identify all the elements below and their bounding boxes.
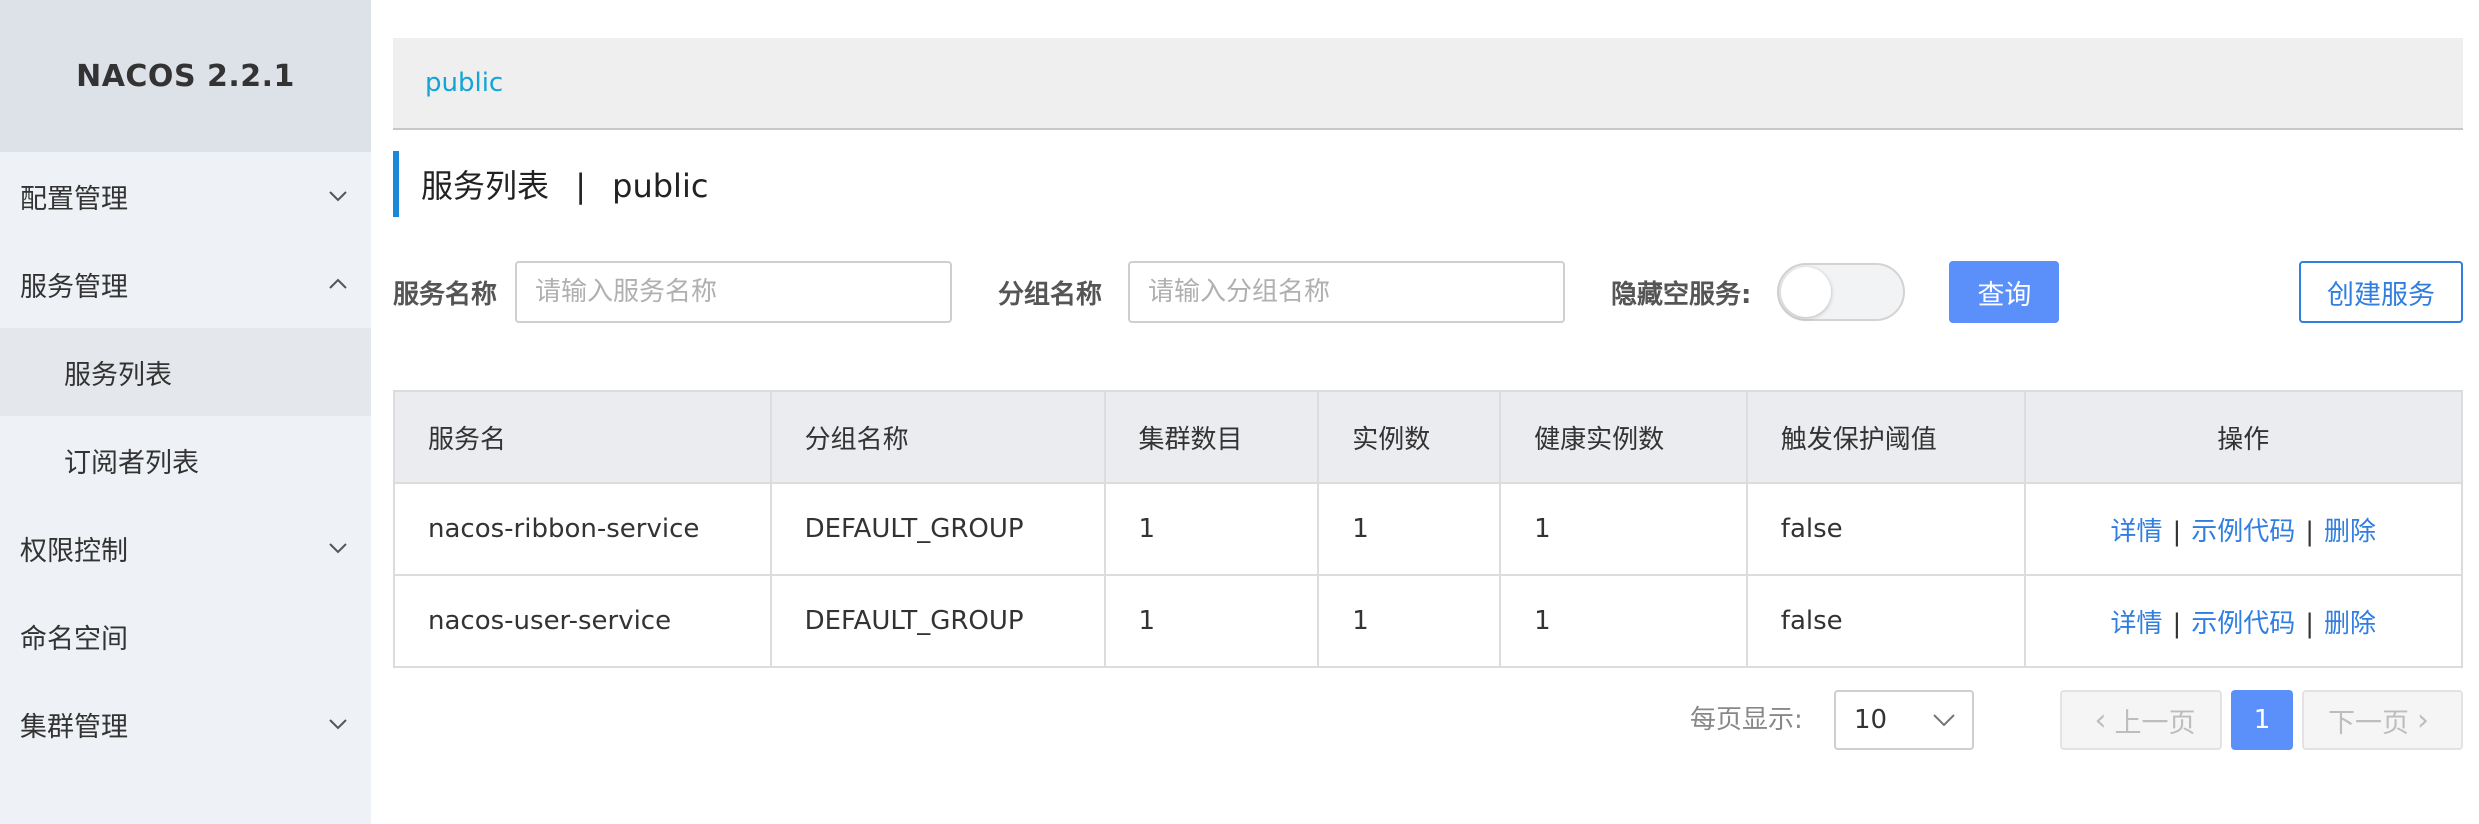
- detail-link[interactable]: 详情: [2110, 517, 2162, 547]
- create-service-button[interactable]: 创建服务: [2299, 261, 2463, 323]
- chevron-down-icon: [1932, 713, 1956, 727]
- cell-threshold: false: [1745, 574, 2026, 668]
- chevron-up-icon: [327, 273, 349, 295]
- action-separator: |: [2172, 608, 2182, 639]
- page-button-current[interactable]: 1: [2231, 690, 2293, 750]
- next-page-label: 下一页: [2328, 707, 2409, 739]
- sidebar-item-permission[interactable]: 权限控制: [0, 504, 371, 592]
- service-name-label: 服务名称: [393, 279, 498, 310]
- sidebar-item-cluster[interactable]: 集群管理: [0, 680, 371, 768]
- cell-instances: 1: [1317, 482, 1502, 576]
- detail-link[interactable]: 详情: [2110, 609, 2162, 639]
- table-row: nacos-user-service DEFAULT_GROUP 1 1 1 f…: [393, 574, 2464, 668]
- sidebar-item-service[interactable]: 服务管理: [0, 240, 371, 328]
- cell-clusters: 1: [1103, 482, 1320, 576]
- sidebar-item-label: 服务管理: [20, 271, 128, 303]
- sidebar-item-label: 权限控制: [20, 535, 128, 567]
- group-name-label: 分组名称: [998, 279, 1103, 310]
- col-header-actions: 操作: [2023, 390, 2464, 484]
- cell-service-name: nacos-user-service: [393, 574, 772, 668]
- sidebar-item-label: 集群管理: [20, 711, 128, 743]
- next-page-button[interactable]: 下一页 ›: [2302, 690, 2463, 750]
- page-title-text: 服务列表 | public: [421, 161, 708, 207]
- main-content: public 服务列表 | public 服务名称 分组名称 隐藏空服务: 查询…: [393, 0, 2479, 824]
- chevron-right-icon: ›: [2417, 702, 2429, 738]
- cell-group: DEFAULT_GROUP: [769, 482, 1106, 576]
- delete-link[interactable]: 删除: [2324, 609, 2376, 639]
- per-page-value: 10: [1854, 705, 1888, 735]
- sidebar-item-namespace[interactable]: 命名空间: [0, 592, 371, 680]
- cell-threshold: false: [1745, 482, 2026, 576]
- action-separator: |: [2172, 516, 2182, 547]
- col-header-instances: 实例数: [1317, 390, 1502, 484]
- page-title-namespace: public: [612, 167, 709, 205]
- logo: NACOS 2.2.1: [0, 0, 371, 152]
- sidebar-item-config[interactable]: 配置管理: [0, 152, 371, 240]
- per-page-select[interactable]: 10: [1834, 690, 1974, 750]
- cell-clusters: 1: [1103, 574, 1320, 668]
- sidebar-item-subscriber-list[interactable]: 订阅者列表: [0, 416, 371, 504]
- filter-bar: 服务名称 分组名称 隐藏空服务: 查询 创建服务: [393, 261, 2463, 323]
- cell-actions: 详情 | 示例代码 | 删除: [2023, 574, 2464, 668]
- chevron-down-icon: [327, 713, 349, 735]
- cell-actions: 详情 | 示例代码 | 删除: [2023, 482, 2464, 576]
- prev-page-label: 上一页: [2114, 707, 2196, 739]
- col-header-group: 分组名称: [769, 390, 1106, 484]
- toggle-knob: [1781, 267, 1832, 317]
- chevron-down-icon: [327, 537, 349, 559]
- hide-empty-label: 隐藏空服务:: [1611, 279, 1752, 310]
- sidebar-item-service-list[interactable]: 服务列表: [0, 328, 371, 416]
- service-table: 服务名 分组名称 集群数目 实例数 健康实例数 触发保护阈值 操作 nacos-…: [393, 390, 2464, 668]
- pagination: 每页显示: 10 ‹ 上一页 1 下一页 ›: [393, 690, 2463, 750]
- col-header-threshold: 触发保护阈值: [1745, 390, 2026, 484]
- col-header-healthy: 健康实例数: [1499, 390, 1748, 484]
- sidebar-item-label: 服务列表: [64, 359, 172, 391]
- namespace-bar: public: [393, 38, 2463, 130]
- cell-group: DEFAULT_GROUP: [769, 574, 1106, 668]
- page-title-main: 服务列表: [421, 167, 550, 205]
- table-row: nacos-ribbon-service DEFAULT_GROUP 1 1 1…: [393, 482, 2464, 576]
- cell-healthy: 1: [1499, 482, 1748, 576]
- sample-code-link[interactable]: 示例代码: [2191, 609, 2295, 639]
- col-header-clusters: 集群数目: [1103, 390, 1320, 484]
- sample-code-link[interactable]: 示例代码: [2191, 517, 2295, 547]
- sidebar-item-label: 命名空间: [20, 623, 128, 655]
- chevron-left-icon: ‹: [2094, 702, 2107, 738]
- chevron-down-icon: [327, 185, 349, 207]
- title-separator: |: [575, 167, 586, 205]
- title-accent-bar: [393, 151, 399, 217]
- namespace-link-public[interactable]: public: [425, 68, 503, 98]
- table-header-row: 服务名 分组名称 集群数目 实例数 健康实例数 触发保护阈值 操作: [393, 390, 2464, 484]
- service-name-input[interactable]: [515, 261, 953, 323]
- cell-instances: 1: [1317, 574, 1502, 668]
- prev-page-button[interactable]: ‹ 上一页: [2060, 690, 2222, 750]
- delete-link[interactable]: 删除: [2324, 517, 2376, 547]
- hide-empty-toggle[interactable]: [1777, 263, 1906, 321]
- sidebar-item-label: 配置管理: [20, 183, 128, 215]
- action-separator: |: [2305, 516, 2315, 547]
- action-separator: |: [2305, 608, 2315, 639]
- sidebar: NACOS 2.2.1 配置管理 服务管理 服务列表 订阅者列表 权限控制 命名…: [0, 0, 371, 824]
- col-header-service-name: 服务名: [393, 390, 772, 484]
- per-page-label: 每页显示:: [1690, 705, 1803, 735]
- query-button[interactable]: 查询: [1949, 261, 2060, 323]
- cell-healthy: 1: [1499, 574, 1748, 668]
- sidebar-item-label: 订阅者列表: [64, 447, 199, 479]
- group-name-input[interactable]: [1128, 261, 1566, 323]
- page-title: 服务列表 | public: [393, 151, 708, 217]
- cell-service-name: nacos-ribbon-service: [393, 482, 772, 576]
